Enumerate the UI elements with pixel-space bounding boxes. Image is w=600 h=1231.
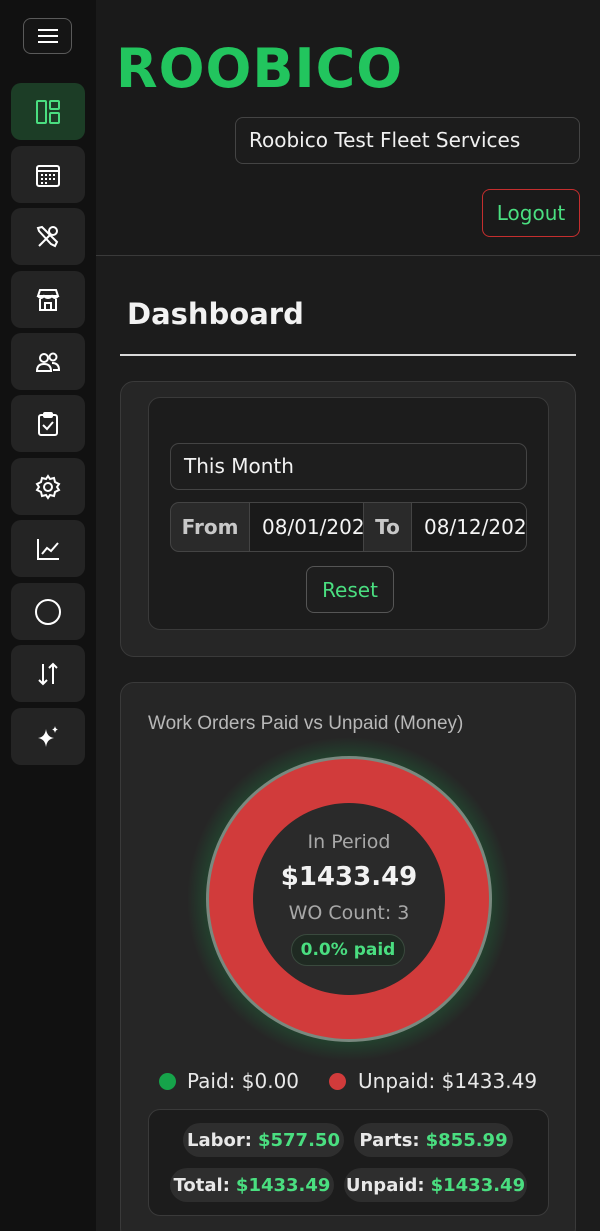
- parts-label: Parts:: [359, 1129, 420, 1151]
- sparkles-icon: [38, 725, 58, 747]
- sidebar-item-work-orders[interactable]: [11, 395, 85, 452]
- labor-total-pill: Labor: $577.50: [183, 1123, 344, 1157]
- paid-percent-badge: 0.0% paid: [291, 934, 405, 966]
- clipboard-check-icon: [38, 411, 58, 436]
- circle-icon: [35, 598, 61, 625]
- store-icon: [36, 288, 60, 311]
- main-content: ROOBICO Roobico Test Fleet Services Logo…: [96, 0, 600, 1231]
- sidebar-item-transfers[interactable]: [11, 645, 85, 702]
- users-icon: [35, 352, 61, 372]
- sidebar-item-ai[interactable]: [11, 708, 85, 765]
- sidebar-item-dashboard[interactable]: [11, 83, 85, 140]
- grand-total-pill: Total: $1433.49: [170, 1168, 334, 1202]
- date-filter-card: This Month From 08/01/2025 To 08/12/2025…: [120, 381, 576, 657]
- hamburger-icon: [37, 29, 58, 43]
- page-title: Dashboard: [127, 297, 304, 331]
- sidebar-item-settings[interactable]: [11, 458, 85, 515]
- sidebar-item-circle[interactable]: [11, 583, 85, 640]
- gear-icon: [35, 473, 61, 500]
- sidebar-item-tools[interactable]: [11, 208, 85, 265]
- tools-icon: [36, 225, 59, 247]
- logout-button[interactable]: Logout: [482, 189, 580, 237]
- sidebar-item-store[interactable]: [11, 271, 85, 328]
- sidebar-item-reports[interactable]: [11, 520, 85, 577]
- unpaid-value: $1433.49: [430, 1174, 526, 1196]
- sidebar: [0, 0, 96, 1231]
- date-range-select[interactable]: This Month: [170, 443, 527, 490]
- to-label: To: [375, 515, 400, 539]
- center-count: WO Count: 3: [288, 902, 410, 924]
- date-range-group: From 08/01/2025 To 08/12/2025: [170, 502, 527, 552]
- parts-total-pill: Parts: $855.99: [354, 1123, 513, 1157]
- legend-unpaid-label: Unpaid: $1433.49: [358, 1069, 538, 1093]
- date-filter-panel: This Month From 08/01/2025 To 08/12/2025…: [148, 397, 549, 630]
- center-total: $1433.49: [280, 862, 418, 892]
- legend-unpaid-dot: [329, 1073, 346, 1090]
- from-label: From: [181, 515, 239, 539]
- donut-chart-svg: [187, 737, 511, 1061]
- totals-panel: Labor: $577.50 Parts: $855.99 Total: $14…: [148, 1109, 549, 1216]
- menu-toggle-button[interactable]: [23, 18, 72, 54]
- chart-legend: Paid: $0.00 Unpaid: $1433.49: [121, 1066, 577, 1096]
- to-date-input[interactable]: 08/12/2025: [411, 503, 526, 551]
- sort-arrows-icon: [38, 662, 58, 685]
- calendar-icon: [36, 164, 60, 187]
- unpaid-label: Unpaid:: [345, 1174, 425, 1196]
- reset-button[interactable]: Reset: [306, 566, 394, 613]
- legend-paid-dot: [159, 1073, 176, 1090]
- fleet-selector[interactable]: Roobico Test Fleet Services: [235, 117, 580, 164]
- title-divider: [120, 354, 576, 356]
- brand-logo: ROOBICO: [116, 37, 404, 100]
- total-label: Total:: [173, 1174, 230, 1196]
- from-date-input[interactable]: 08/01/2025: [249, 503, 364, 551]
- sidebar-item-users[interactable]: [11, 333, 85, 390]
- donut-chart: [121, 683, 577, 1103]
- center-label: In Period: [307, 831, 391, 853]
- sidebar-item-calendar[interactable]: [11, 146, 85, 203]
- dashboard-icon: [36, 99, 60, 124]
- labor-label: Labor:: [187, 1129, 252, 1151]
- labor-value: $577.50: [257, 1129, 340, 1151]
- top-header: ROOBICO Roobico Test Fleet Services Logo…: [96, 0, 600, 256]
- chart-line-icon: [37, 538, 59, 560]
- total-value: $1433.49: [235, 1174, 331, 1196]
- unpaid-total-pill: Unpaid: $1433.49: [344, 1168, 527, 1202]
- paid-unpaid-chart-card: Work Orders Paid vs Unpaid (Money) In Pe…: [120, 682, 576, 1231]
- legend-paid-label: Paid: $0.00: [187, 1069, 300, 1093]
- parts-value: $855.99: [425, 1129, 508, 1151]
